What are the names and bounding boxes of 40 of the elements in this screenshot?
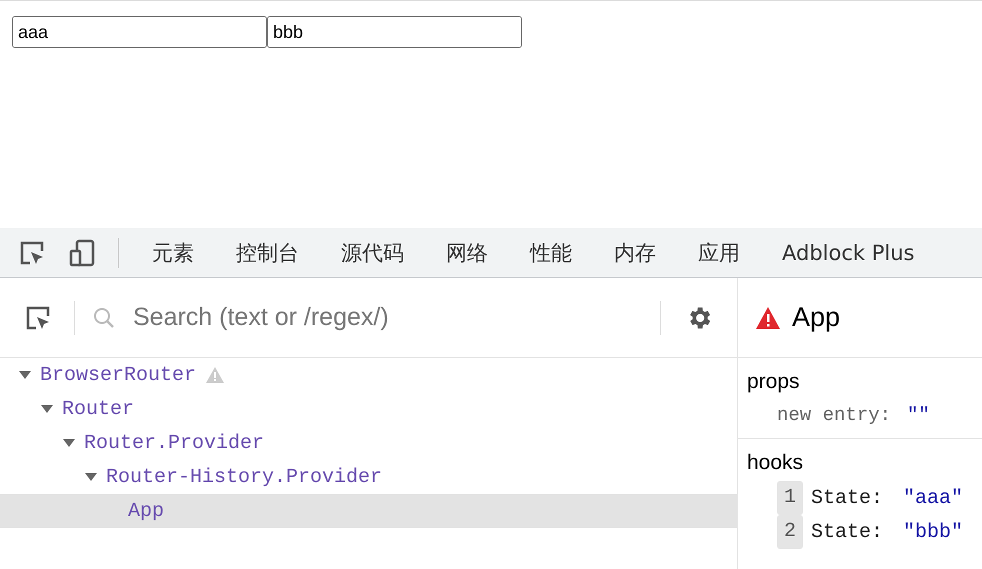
devtools-tab[interactable]: 源代码 xyxy=(320,228,425,277)
devtools-tab[interactable]: 网络 xyxy=(425,228,509,277)
caret-icon[interactable] xyxy=(18,370,32,380)
devtools-tab[interactable]: 控制台 xyxy=(215,228,320,277)
component-name: Router-History.Provider xyxy=(106,466,382,488)
devtools-tab[interactable]: Adblock Plus xyxy=(761,228,936,277)
component-title: App xyxy=(792,302,840,333)
devtools-tab[interactable]: 性能 xyxy=(509,228,593,277)
hook-value[interactable]: "aaa" xyxy=(903,486,964,510)
search-field[interactable]: Search (text or /regex/) xyxy=(131,302,648,333)
section-heading: props xyxy=(747,370,801,394)
tree-item[interactable]: Router xyxy=(0,392,737,426)
warning-icon xyxy=(756,306,780,328)
caret-icon[interactable] xyxy=(40,404,54,414)
devtools-tab[interactable]: 内存 xyxy=(593,228,677,277)
hook-index: 2 xyxy=(777,515,803,549)
section-heading: hooks xyxy=(747,451,804,475)
hook-name: State: xyxy=(811,520,884,544)
tree-item[interactable]: BrowserRouter xyxy=(0,358,737,392)
tree-item[interactable]: Router.Provider xyxy=(0,426,737,460)
prop-key: new entry: xyxy=(777,404,892,426)
text-input[interactable]: aaa xyxy=(12,16,267,48)
devtools-tab[interactable]: 应用 xyxy=(677,228,761,277)
caret-icon[interactable] xyxy=(62,438,76,448)
hook-index: 1 xyxy=(777,481,803,515)
device-icon[interactable] xyxy=(68,238,96,266)
caret-icon[interactable] xyxy=(84,472,98,482)
component-name: Router xyxy=(62,398,134,420)
text-input[interactable]: bbb xyxy=(267,16,522,48)
tree-item[interactable]: Router-History.Provider xyxy=(0,460,737,494)
warning-icon xyxy=(206,367,224,383)
prop-value[interactable]: "" xyxy=(907,404,930,426)
devtools-tab[interactable]: 元素 xyxy=(131,228,215,277)
hook-name: State: xyxy=(811,486,884,510)
search-icon xyxy=(93,306,115,328)
component-name: BrowserRouter xyxy=(40,364,196,386)
tree-item[interactable]: App xyxy=(0,494,737,528)
hook-value[interactable]: "bbb" xyxy=(903,520,964,544)
component-name: Router.Provider xyxy=(84,432,264,454)
component-name: App xyxy=(128,500,164,522)
